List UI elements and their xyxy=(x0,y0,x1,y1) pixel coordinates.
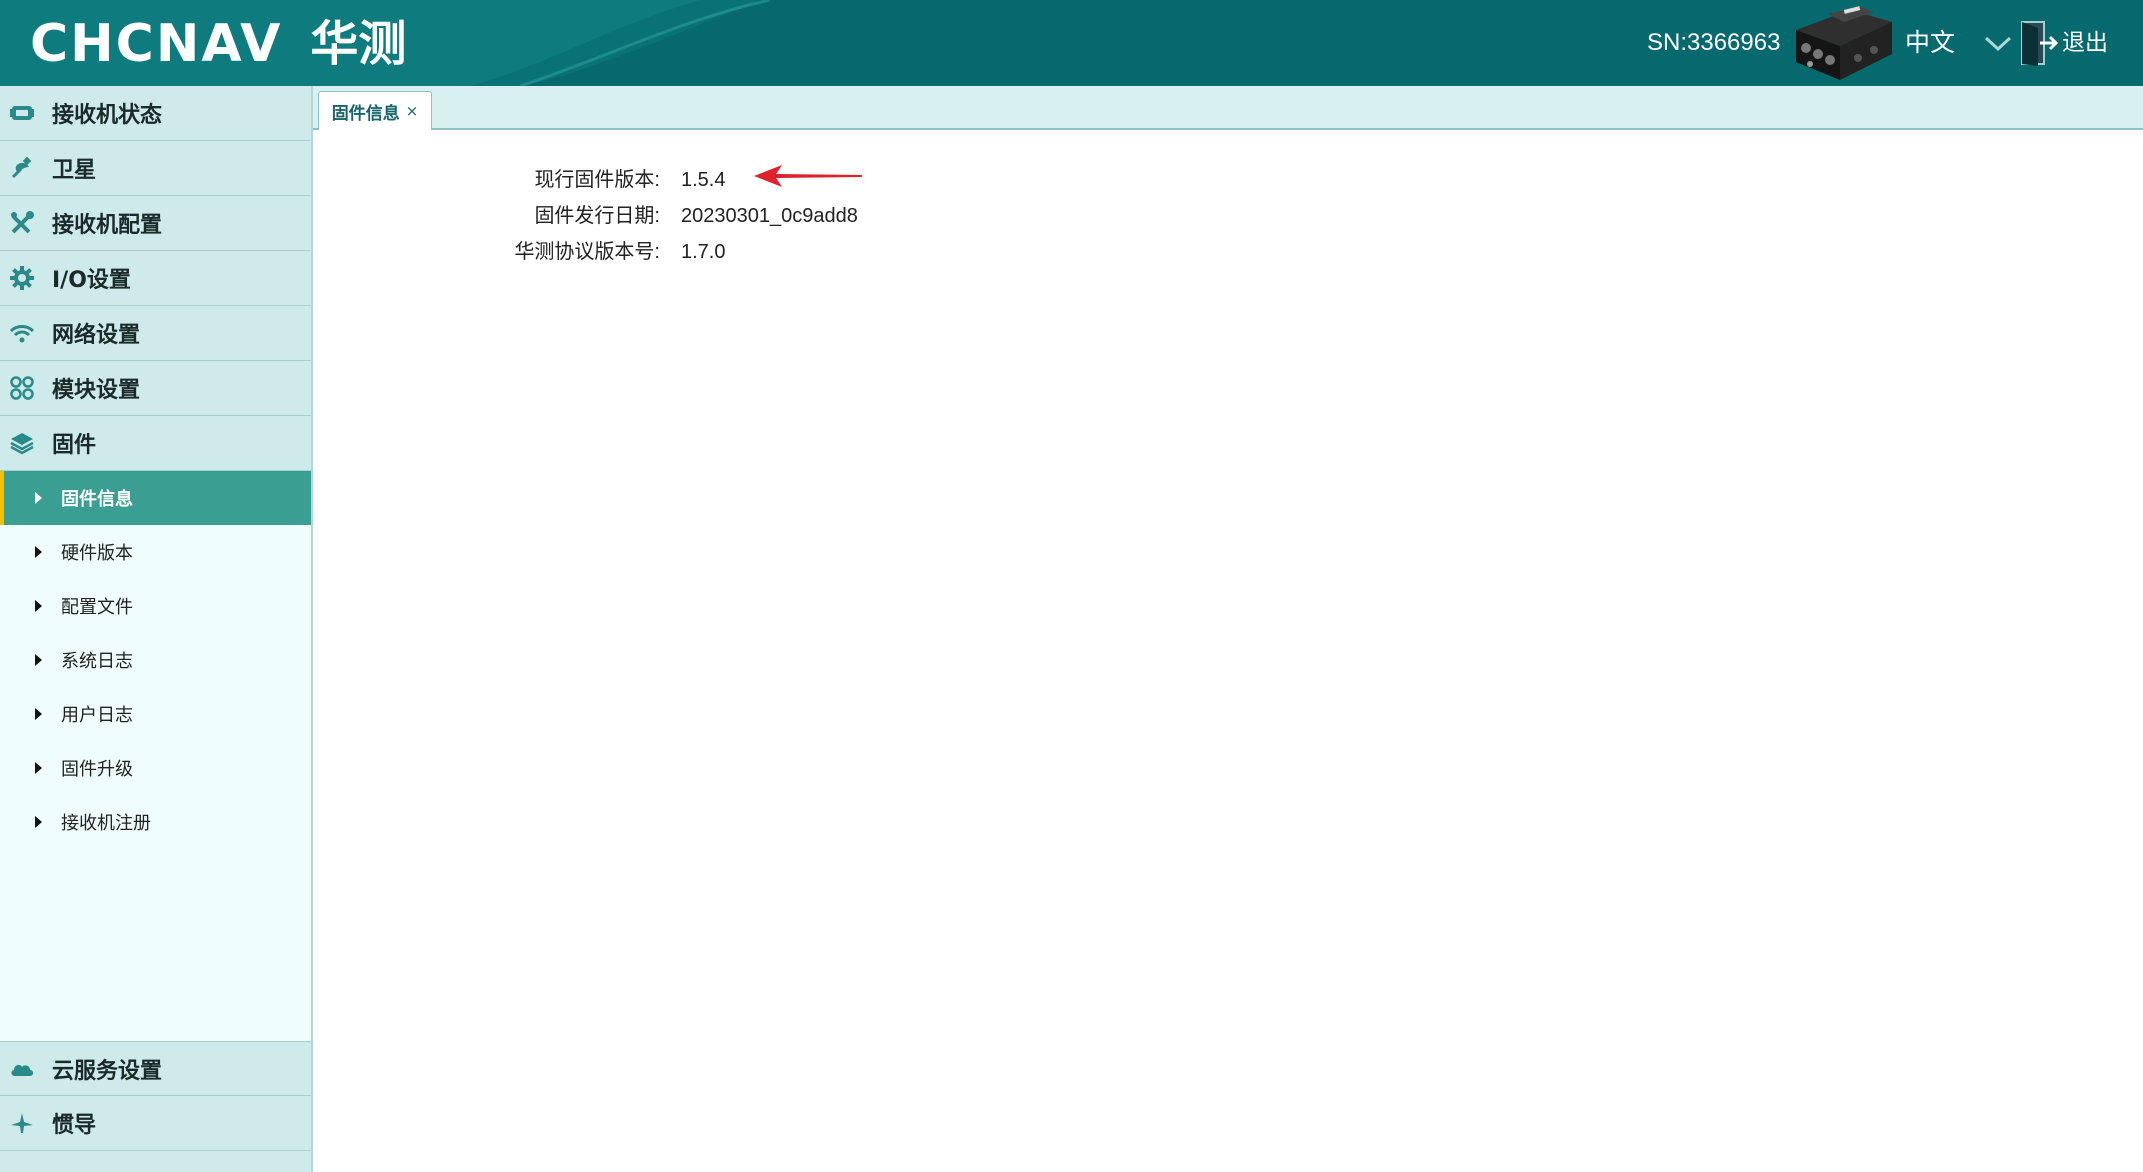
caret-right-icon xyxy=(35,600,42,612)
subitem-label: 接收机注册 xyxy=(61,813,151,834)
caret-right-icon xyxy=(35,654,42,666)
modules-icon xyxy=(9,375,35,401)
caret-right-icon xyxy=(35,816,42,828)
current-firmware-label: 现行固件版本: xyxy=(534,169,660,191)
caret-right-icon xyxy=(35,546,42,558)
serial-number: SN:3366963 xyxy=(1647,29,1781,56)
tab-label: 固件信息 xyxy=(331,103,400,124)
current-firmware-value: 1.5.4 xyxy=(681,169,726,191)
subitem-label: 固件信息 xyxy=(61,489,133,510)
sidebar-item-label: 惯导 xyxy=(52,1113,97,1138)
subitem-label: 用户日志 xyxy=(61,705,133,726)
caret-right-icon xyxy=(35,762,42,774)
sidebar-subitem-firmware-upgrade[interactable]: 固件升级 xyxy=(0,741,311,795)
sidebar-subitem-system-log[interactable]: 系统日志 xyxy=(0,633,311,687)
receiver-status-icon xyxy=(9,100,35,126)
sidebar-item-label: 固件 xyxy=(52,433,97,458)
sidebar-item-ins[interactable]: 惯导 xyxy=(0,1096,311,1151)
logo-brand: CHCNAV xyxy=(30,14,283,74)
subitem-label: 固件升级 xyxy=(61,759,133,780)
chcnav-logo: CHCNAV 华测 xyxy=(30,14,406,74)
cloud-icon xyxy=(9,1056,35,1082)
subitem-label: 配置文件 xyxy=(61,597,133,618)
language-selector[interactable]: 中文 xyxy=(1905,26,1955,60)
ins-icon xyxy=(9,1110,35,1136)
sidebar-subitem-receiver-registration[interactable]: 接收机注册 xyxy=(0,795,311,849)
info-row-current-version: 现行固件版本: 1.5.4 xyxy=(0,164,2143,196)
sidebar-item-receiver-status[interactable]: 接收机状态 xyxy=(0,86,311,141)
sidebar-item-network[interactable]: 网络设置 xyxy=(0,306,311,361)
top-header: CHCNAV 华测 SN:3366963 中文 退出 xyxy=(0,0,2143,86)
sidebar-item-modules[interactable]: 模块设置 xyxy=(0,361,311,416)
subitem-label: 系统日志 xyxy=(61,651,133,672)
logout-door-icon[interactable] xyxy=(2020,20,2058,66)
tab-bar: 固件信息 × xyxy=(313,86,2143,130)
sidebar-item-label: 接收机状态 xyxy=(52,103,163,128)
sidebar-item-label: 模块设置 xyxy=(52,378,141,403)
info-row-release-date: 固件发行日期: 20230301_0c9add8 xyxy=(0,200,2143,232)
protocol-version-label: 华测协议版本号: xyxy=(514,241,660,263)
layers-icon xyxy=(9,430,35,456)
tab-firmware-info[interactable]: 固件信息 × xyxy=(318,91,432,130)
gear-icon xyxy=(9,265,35,291)
release-date-label: 固件发行日期: xyxy=(534,205,660,227)
sidebar-item-label: 云服务设置 xyxy=(52,1058,163,1084)
info-row-protocol-version: 华测协议版本号: 1.7.0 xyxy=(0,236,2143,268)
release-date-value: 20230301_0c9add8 xyxy=(681,205,858,227)
sidebar-subitem-config-file[interactable]: 配置文件 xyxy=(0,579,311,633)
sidebar-item-label: 网络设置 xyxy=(52,323,141,348)
subitem-label: 硬件版本 xyxy=(61,543,133,564)
sidebar-subitem-user-log[interactable]: 用户日志 xyxy=(0,687,311,741)
tab-close-icon[interactable]: × xyxy=(406,102,419,120)
sidebar-subitem-firmware-info[interactable]: 固件信息 xyxy=(0,471,311,525)
protocol-version-value: 1.7.0 xyxy=(681,241,726,263)
wifi-icon xyxy=(9,320,35,346)
caret-right-icon xyxy=(35,708,42,720)
receiver-device-icon xyxy=(1796,6,1892,80)
sidebar-subitem-hardware-version[interactable]: 硬件版本 xyxy=(0,525,311,579)
sidebar-item-firmware[interactable]: 固件 xyxy=(0,416,311,471)
logout-link[interactable]: 退出 xyxy=(2062,26,2108,60)
sidebar-item-cloud-service[interactable]: 云服务设置 xyxy=(0,1041,311,1096)
caret-right-icon xyxy=(35,492,42,504)
red-arrow-annotation-icon xyxy=(754,165,862,187)
sidebar-item-partial[interactable] xyxy=(0,1151,311,1172)
chevron-down-icon[interactable] xyxy=(1983,30,2013,56)
logo-brand-cn: 华测 xyxy=(310,16,407,72)
